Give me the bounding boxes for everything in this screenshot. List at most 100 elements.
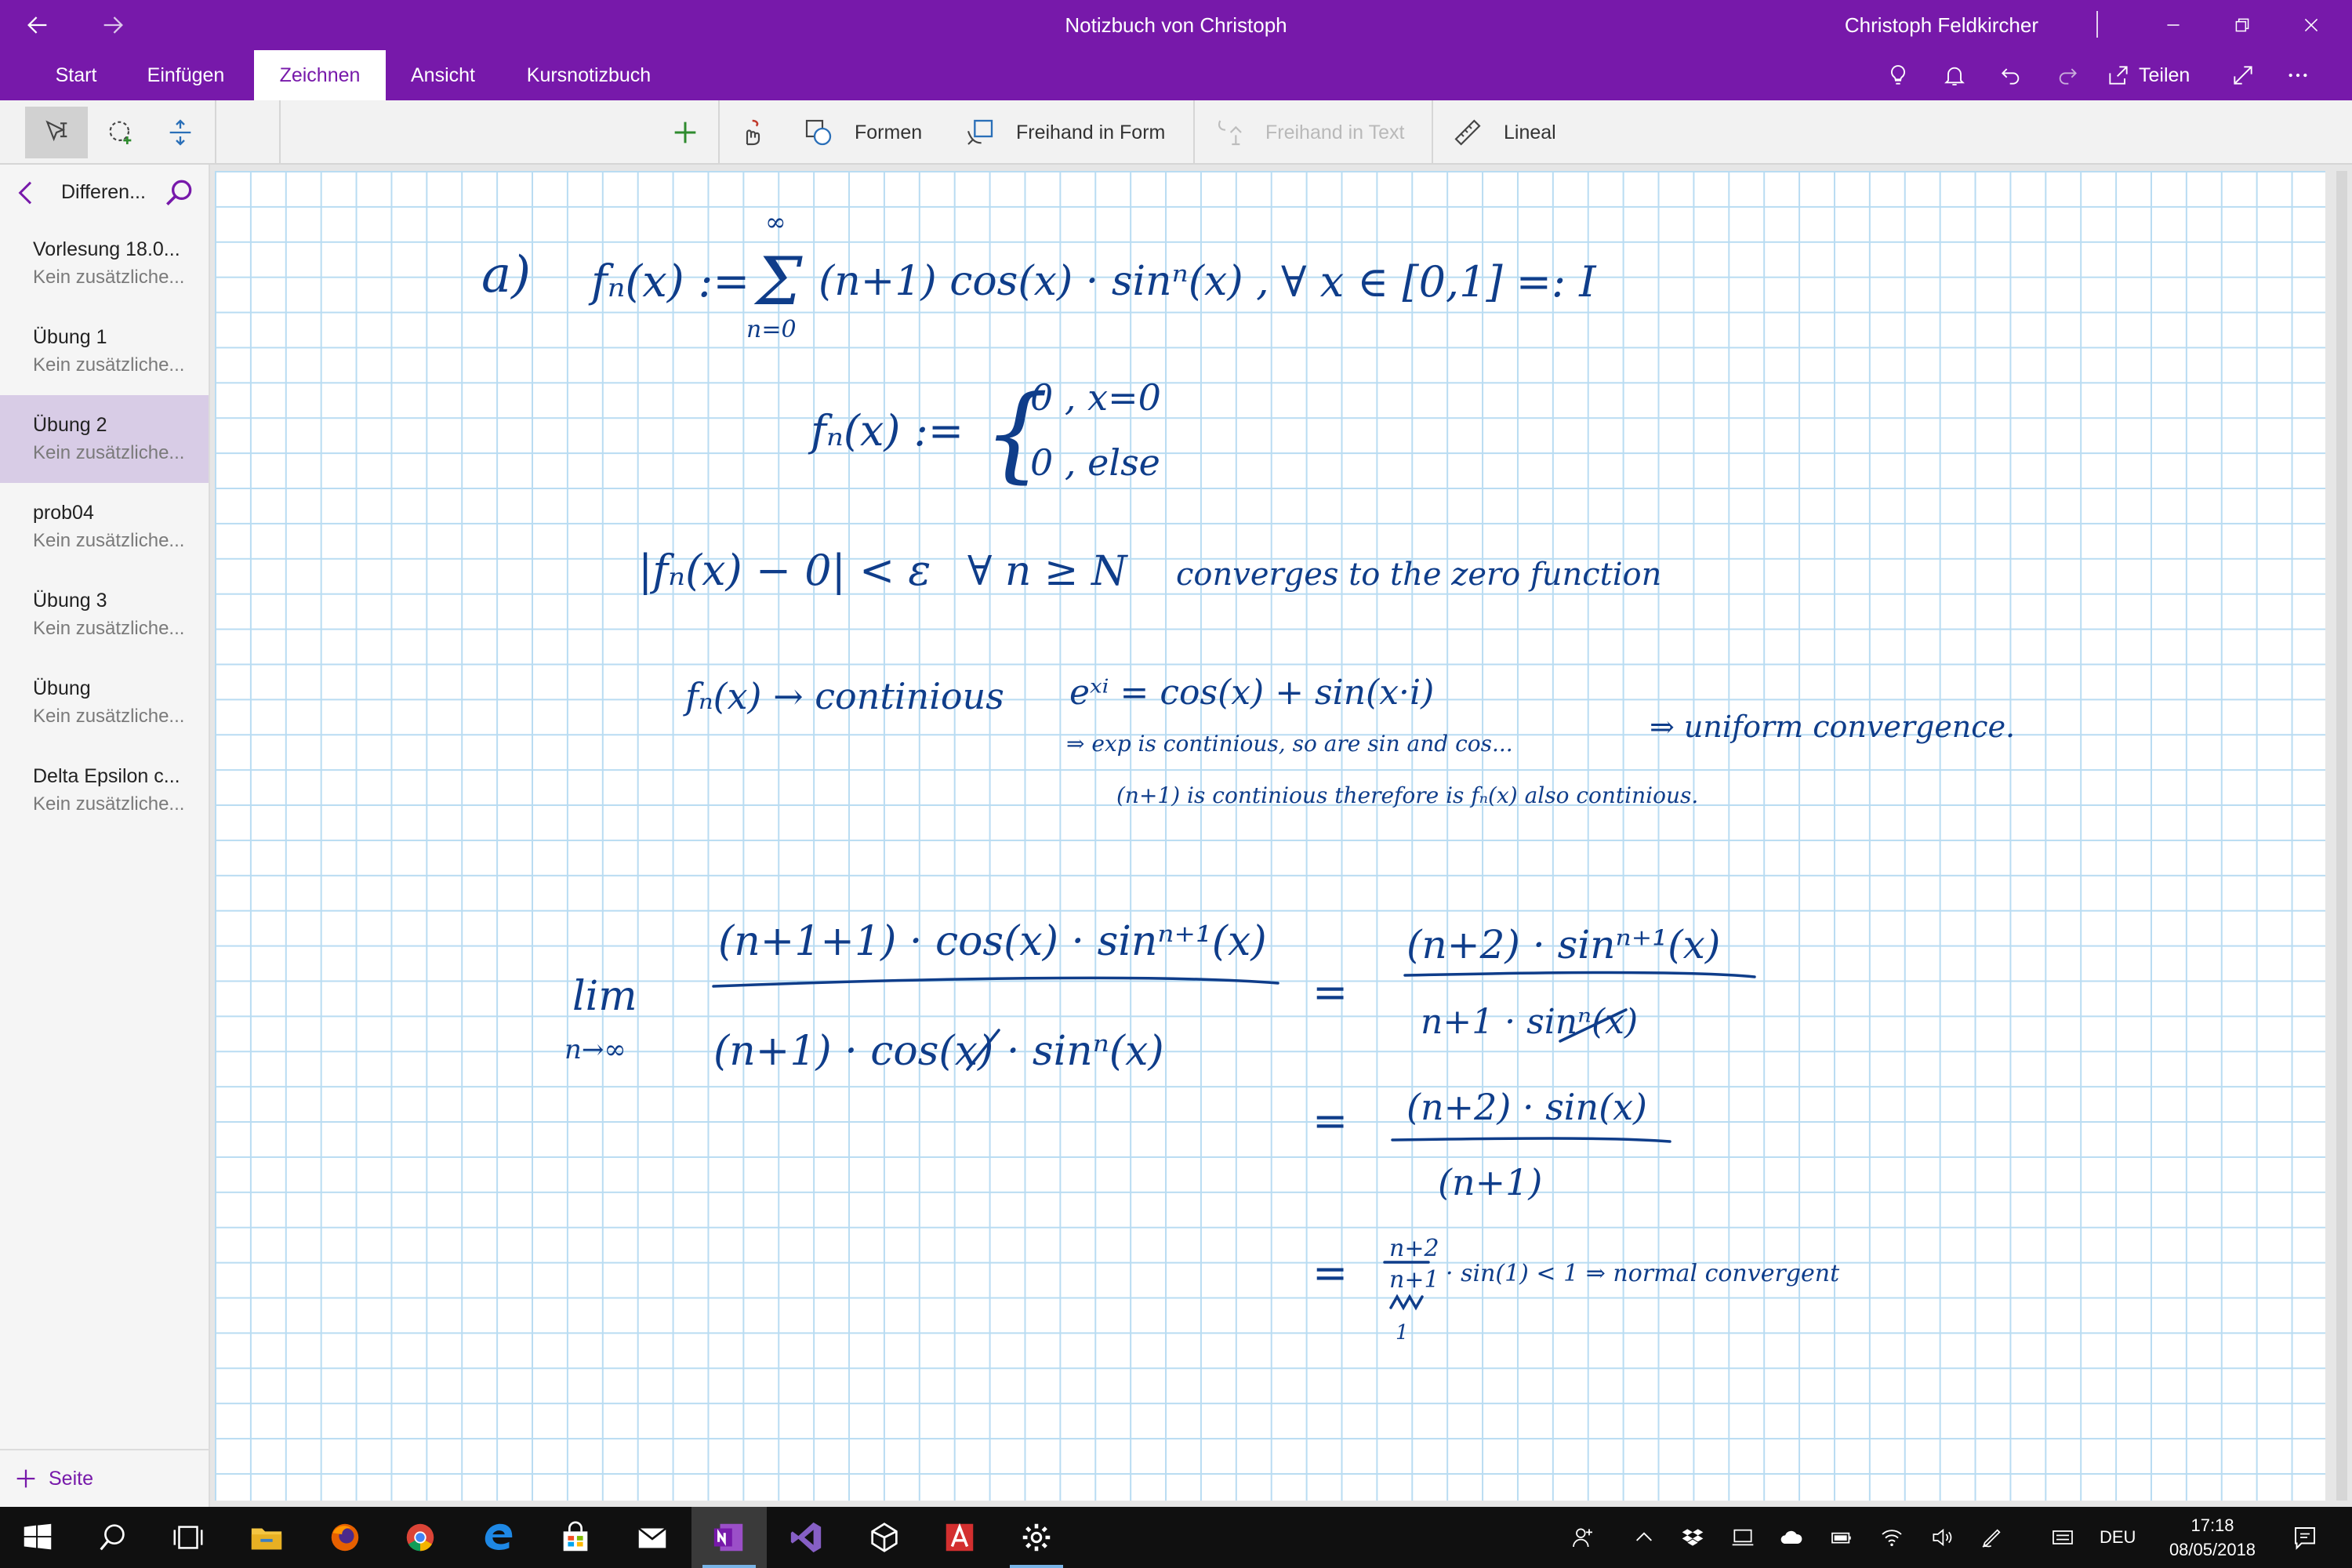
laptop-icon	[1732, 1529, 1754, 1546]
forward-button[interactable]	[75, 0, 151, 50]
windows-ink-tray-icon[interactable]	[1969, 1507, 2015, 1568]
page-subtitle: Kein zusätzliche...	[33, 618, 185, 639]
page-item[interactable]: Übung 3 Kein zusätzliche...	[0, 571, 209, 659]
vertical-scrollbar[interactable]	[2336, 171, 2347, 1501]
page-item[interactable]: Vorlesung 18.0... Kein zusätzliche...	[0, 220, 209, 307]
note-canvas[interactable]: a) fₙ(x) := ∞ Σ n=0 (n+1) cos(x) · sinⁿ(…	[215, 171, 2325, 1501]
minimize-button[interactable]	[2140, 0, 2206, 50]
input-language[interactable]: DEU	[2100, 1507, 2136, 1568]
undo-button[interactable]	[1984, 50, 2038, 100]
sum-upper-limit: ∞	[765, 207, 786, 237]
series-term: (n+1) cos(x) · sinⁿ(x) ,	[818, 258, 1269, 305]
page-item[interactable]: Delta Epsilon c... Kein zusätzliche...	[0, 746, 209, 834]
visual-studio-button[interactable]	[768, 1507, 844, 1568]
wifi-tray-icon[interactable]	[1869, 1507, 1915, 1568]
epsilon-inequality: |fₙ(x) − 0| < ε	[638, 546, 931, 595]
share-icon	[2109, 66, 2128, 85]
back-button[interactable]	[0, 0, 75, 50]
battery-tray-icon[interactable]	[1819, 1507, 1864, 1568]
acrobat-button[interactable]	[922, 1507, 997, 1568]
page-title: Übung 2	[33, 414, 107, 436]
fullscreen-button[interactable]	[2216, 50, 2270, 100]
ruler-button[interactable]: Lineal	[1452, 100, 1556, 165]
arrow-left-icon	[27, 16, 47, 34]
mail-button[interactable]	[615, 1507, 690, 1568]
ink-to-text-icon	[1218, 120, 1242, 146]
select-tool-button[interactable]	[25, 107, 88, 158]
close-button[interactable]	[2278, 0, 2344, 50]
step2-fraction-bar	[1391, 1137, 1671, 1143]
page-title: Übung 1	[33, 326, 107, 348]
page-item[interactable]: Übung 1 Kein zusätzliche...	[0, 307, 209, 395]
restore-button[interactable]	[2209, 0, 2275, 50]
ink-to-shape-label: Freihand in Form	[1016, 121, 1166, 143]
piecewise-case-1: 0 , x=0	[1030, 376, 1161, 419]
volume-tray-icon[interactable]	[1919, 1507, 1965, 1568]
onenote-button[interactable]	[691, 1507, 767, 1568]
tell-me-button[interactable]	[1871, 50, 1926, 100]
page-item[interactable]: prob04 Kein zusätzliche...	[0, 483, 209, 571]
section-title[interactable]: Differen...	[61, 165, 146, 220]
task-view-button[interactable]	[151, 1507, 226, 1568]
settings-button[interactable]	[999, 1507, 1074, 1568]
tab-insert[interactable]: Einfügen	[132, 50, 240, 100]
wifi-icon	[1882, 1530, 1902, 1547]
piecewise-case-2: 0 , else	[1030, 441, 1160, 484]
file-explorer-button[interactable]	[229, 1507, 304, 1568]
account-name[interactable]: Christoph Feldkircher	[1845, 0, 2038, 50]
more-options-button[interactable]	[2270, 50, 2325, 100]
ink-to-text-button[interactable]: Freihand in Text	[1214, 100, 1404, 165]
step1-denominator: n+1 · sinⁿ(x)	[1421, 1002, 1638, 1042]
plus-icon	[674, 122, 696, 143]
limit-denominator: (n+1) · cos(x) · sinⁿ(x)	[713, 1028, 1164, 1075]
chevron-left-icon[interactable]	[11, 177, 42, 209]
add-pen-button[interactable]	[654, 107, 717, 158]
lasso-select-button[interactable]	[89, 107, 152, 158]
unity-button[interactable]	[847, 1507, 922, 1568]
restore-icon	[2235, 18, 2249, 32]
people-button[interactable]	[1560, 1507, 1606, 1568]
page-item[interactable]: Übung Kein zusätzliche...	[0, 659, 209, 746]
action-center-button[interactable]	[2277, 1507, 2333, 1568]
tab-draw[interactable]: Zeichnen	[254, 50, 386, 100]
limit-lim: lim	[572, 973, 637, 1020]
continuity-note-1: ⇒ exp is continious, so are sin and cos.…	[1066, 731, 1513, 757]
search-icon[interactable]	[162, 176, 196, 210]
firefox-button[interactable]	[307, 1507, 383, 1568]
acrobat-icon	[946, 1523, 974, 1552]
insert-space-button[interactable]	[149, 107, 212, 158]
notifications-button[interactable]	[1927, 50, 1982, 100]
dropbox-icon	[1682, 1529, 1704, 1546]
onedrive-tray-icon[interactable]	[1769, 1507, 1814, 1568]
redo-button[interactable]	[2040, 50, 2095, 100]
page-item-selected[interactable]: Übung 2 Kein zusätzliche...	[0, 395, 209, 483]
search-button[interactable]	[75, 1507, 151, 1568]
arrow-right-icon	[103, 16, 123, 34]
dropbox-tray-icon[interactable]	[1670, 1507, 1715, 1568]
title-bar: Notizbuch von Christoph Christoph Feldki…	[0, 0, 2352, 50]
lasso-icon	[109, 121, 132, 144]
series-domain: ∀ x ∈ [0,1] =: I	[1281, 257, 1597, 307]
pen-icon	[1982, 1529, 2001, 1548]
close-icon	[2304, 18, 2318, 32]
step2-numerator: (n+2) · sin(x)	[1406, 1086, 1647, 1128]
touch-keyboard-tray-icon[interactable]	[2040, 1507, 2085, 1568]
show-hidden-icons-button[interactable]	[1621, 1507, 1667, 1568]
clock[interactable]: 17:18 08/05/2018	[2158, 1513, 2267, 1562]
draw-with-touch-button[interactable]	[720, 107, 782, 158]
page-title: Vorlesung 18.0...	[33, 238, 180, 260]
start-button[interactable]	[0, 1507, 75, 1568]
edge-button[interactable]	[461, 1507, 536, 1568]
tab-class-notebook[interactable]: Kursnotizbuch	[510, 50, 668, 100]
chrome-button[interactable]	[383, 1507, 458, 1568]
tablet-mode-tray-icon[interactable]	[1720, 1507, 1766, 1568]
store-button[interactable]	[538, 1507, 613, 1568]
shapes-button[interactable]: Formen	[803, 100, 922, 165]
ink-to-shape-icon	[967, 119, 993, 145]
ink-to-shape-button[interactable]: Freihand in Form	[964, 100, 1165, 165]
add-page-button[interactable]: Seite	[0, 1449, 209, 1507]
share-button[interactable]: Teilen	[2106, 50, 2190, 100]
tab-start[interactable]: Start	[41, 50, 111, 100]
page-subtitle: Kein zusätzliche...	[33, 267, 185, 288]
tab-view[interactable]: Ansicht	[398, 50, 488, 100]
